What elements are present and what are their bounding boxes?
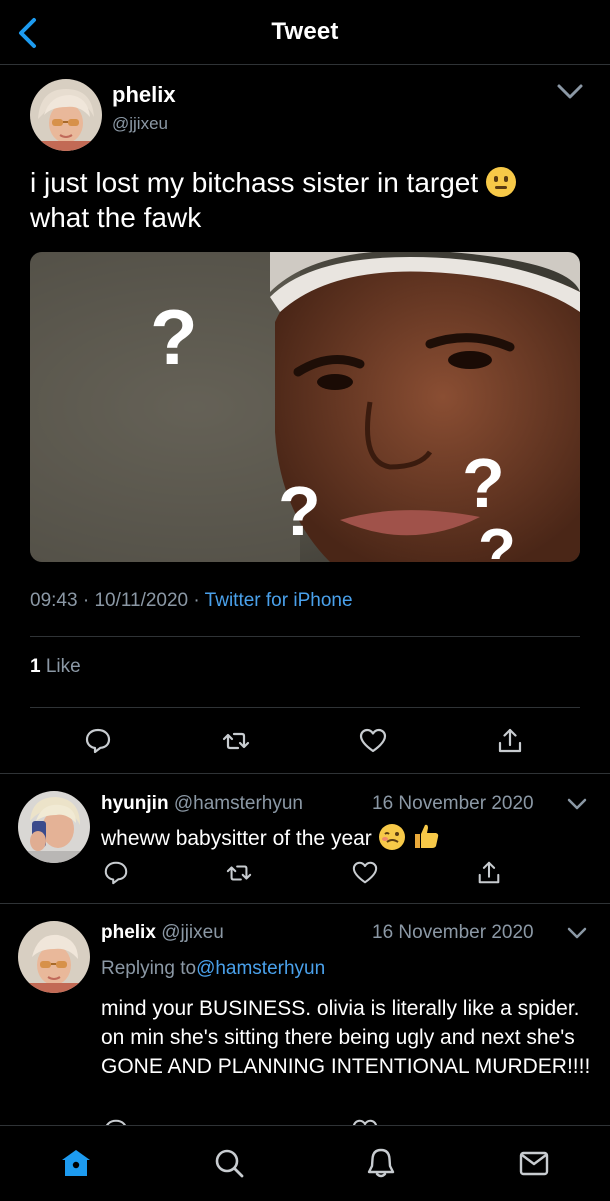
reply-text: mind your BUSINESS. olivia is literally …: [101, 997, 591, 1078]
page-title: Tweet: [271, 18, 339, 45]
media-image: ? ? ? ?: [30, 252, 580, 562]
avatar[interactable]: [18, 921, 90, 993]
chevron-down-icon[interactable]: [567, 797, 587, 811]
reply-icon[interactable]: [84, 727, 112, 755]
replying-to-handle[interactable]: @hamsterhyun: [196, 958, 325, 979]
tweet-text-line2: what the fawk: [30, 202, 202, 233]
reply-text: wheww babysitter of the year: [101, 821, 593, 853]
share-icon[interactable]: [476, 860, 502, 886]
question-mark: ?: [278, 472, 321, 550]
retweet-icon[interactable]: [226, 860, 252, 886]
reply-author-name[interactable]: hyunjin: [101, 793, 169, 814]
divider: [30, 636, 580, 637]
woozy-face-emoji: [378, 824, 405, 850]
tweet-source[interactable]: Twitter for iPhone: [205, 590, 353, 611]
like-icon[interactable]: [359, 727, 387, 755]
reply-text-content: wheww babysitter of the year: [101, 827, 372, 850]
reply-author[interactable]: hyunjin @hamsterhyun: [101, 793, 303, 815]
tab-bar: [0, 1125, 610, 1201]
question-mark: ?: [478, 517, 516, 562]
home-icon[interactable]: [59, 1146, 93, 1180]
avatar[interactable]: [30, 79, 102, 151]
question-mark: ?: [150, 293, 198, 381]
avatar-image: [18, 791, 90, 863]
like-count-label: Like: [45, 656, 81, 677]
tweet-meta: 09:43 · 10/11/2020 · Twitter for iPhone: [30, 590, 353, 611]
tweet-date: 10/11/2020: [94, 590, 189, 611]
neutral-face-emoji: [485, 167, 516, 197]
reply-icon[interactable]: [103, 860, 129, 886]
tweet-text: i just lost my bitchass sister in target…: [30, 165, 590, 235]
chevron-down-icon[interactable]: [556, 82, 584, 102]
reply-author[interactable]: phelix @jjixeu: [101, 922, 224, 944]
search-icon[interactable]: [212, 1146, 246, 1180]
share-icon[interactable]: [496, 727, 524, 755]
avatar-image: [18, 921, 90, 993]
tweet-time: 09:43: [30, 590, 78, 611]
question-mark: ?: [462, 444, 505, 522]
avatar[interactable]: [18, 791, 90, 863]
avatar-image: [30, 79, 102, 151]
author-name[interactable]: phelix: [112, 82, 176, 108]
like-count-number: 1: [30, 656, 41, 677]
tweet-text-line1: i just lost my bitchass sister in target: [30, 167, 479, 198]
reply-author-handle[interactable]: @jjixeu: [161, 922, 224, 943]
reply-date: 16 November 2020: [372, 922, 534, 943]
tweet-media[interactable]: ? ? ? ?: [30, 252, 580, 562]
divider: [0, 903, 610, 904]
like-icon[interactable]: [352, 860, 378, 886]
chevron-down-icon[interactable]: [567, 926, 587, 940]
replying-to: Replying to@hamsterhyun: [101, 958, 325, 980]
replying-to-label: Replying to: [101, 958, 197, 979]
reply-author-name[interactable]: phelix: [101, 922, 156, 943]
top-bar: Tweet: [0, 0, 610, 65]
thumbs-up-emoji: [415, 824, 439, 848]
like-count[interactable]: 1 Like: [30, 656, 81, 678]
divider: [0, 773, 610, 774]
divider: [30, 707, 580, 708]
reply-date: 16 November 2020: [372, 793, 534, 814]
messages-icon[interactable]: [517, 1146, 551, 1180]
retweet-icon[interactable]: [222, 727, 250, 755]
author-handle[interactable]: @jjixeu: [112, 114, 168, 134]
notifications-icon[interactable]: [364, 1146, 398, 1180]
reply-author-handle[interactable]: @hamsterhyun: [174, 793, 303, 814]
